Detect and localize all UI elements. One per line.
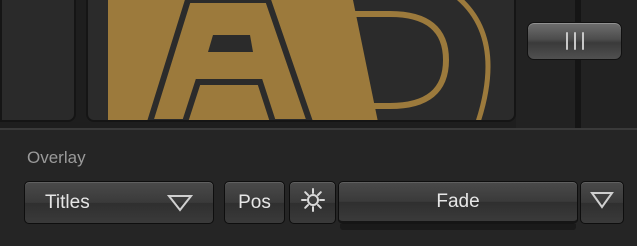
fader-grip-line [566,32,568,50]
fader-grip-line [582,32,584,50]
letter-a-counter [208,35,253,52]
overlay-label: Overlay [27,148,86,167]
position-button[interactable]: Pos [224,181,285,224]
fader-grip-line [574,32,576,50]
fader-handle[interactable] [527,22,622,60]
graphic-gold-block [108,0,378,120]
transition-button-label: Fade [436,190,480,212]
gear-icon [300,187,325,218]
settings-button[interactable] [289,181,336,224]
position-button-label: Pos [238,191,271,213]
title-graphic [108,0,491,120]
overlay-source-dropdown[interactable]: Titles [24,181,214,224]
graphic-curve [456,0,491,120]
preview-thumbnail-main[interactable] [86,0,516,122]
transition-button[interactable]: Fade [338,181,578,224]
fader-track[interactable] [575,0,581,128]
preview-thumbnail-left[interactable] [0,0,76,122]
overlay-control-panel: Overlay Titles Pos Fade [0,0,637,246]
chevron-down-icon [166,194,194,218]
overlay-source-value: Titles [45,191,90,213]
transition-progress-track [340,224,576,230]
chevron-down-icon [590,191,614,215]
transition-dropdown-button[interactable] [580,181,624,224]
